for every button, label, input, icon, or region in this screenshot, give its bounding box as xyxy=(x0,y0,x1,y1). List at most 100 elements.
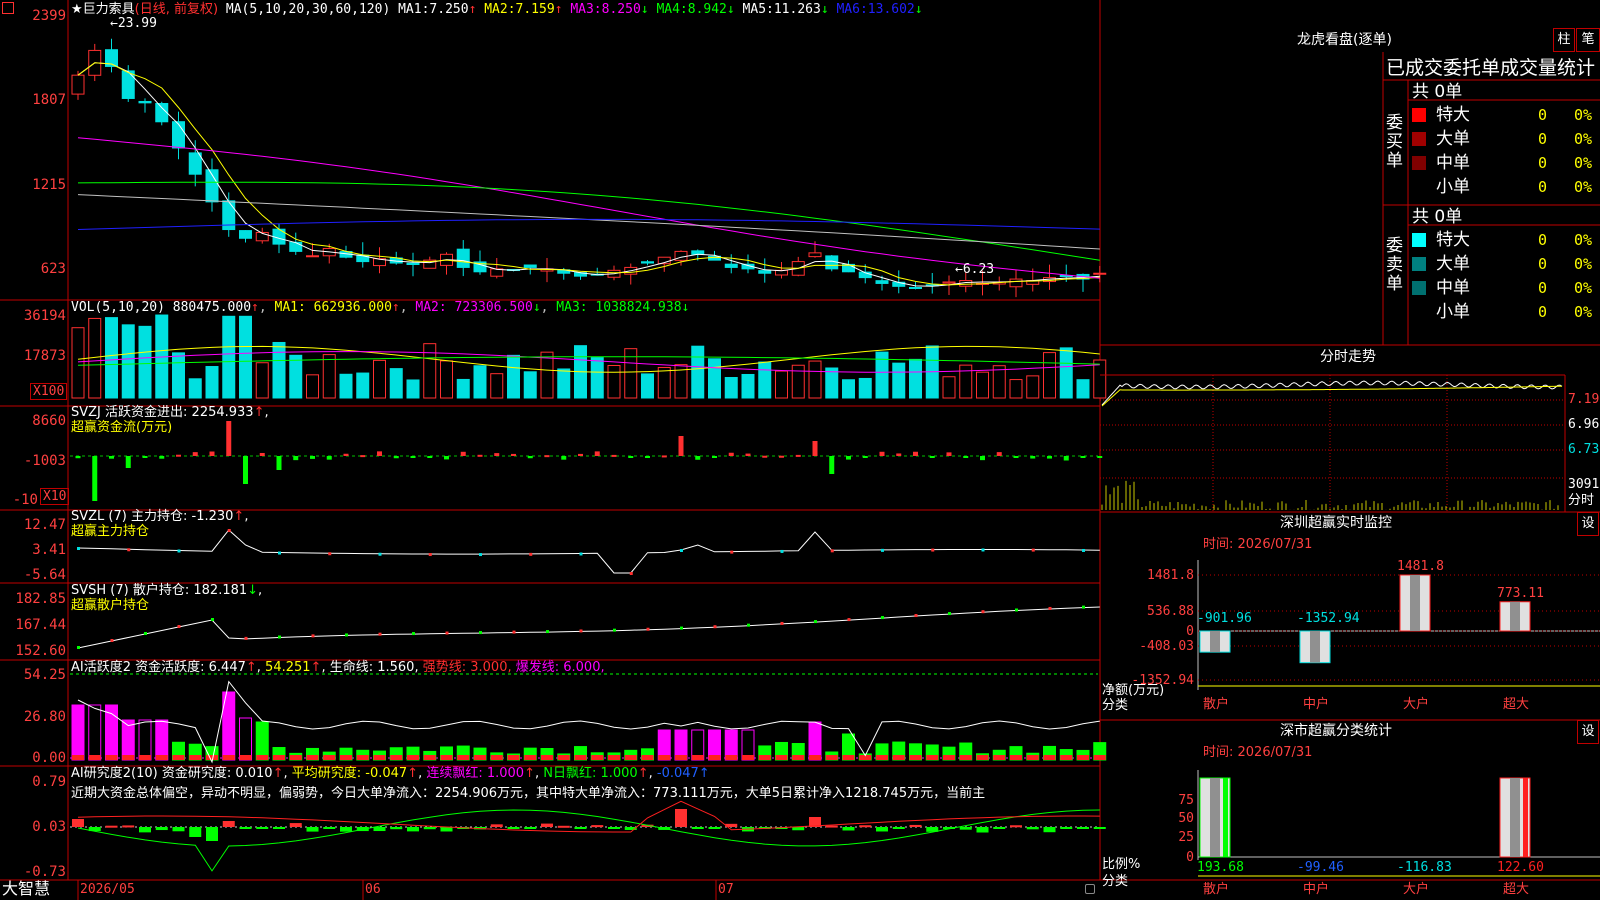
volume-bar xyxy=(306,374,319,399)
research-bar xyxy=(122,825,135,828)
volume-bar xyxy=(138,325,152,399)
monitor-bar-shade xyxy=(1210,631,1220,653)
ai2-header: AI研究度2(10) 资金研究度: 0.010↑, 平均研究度: -0.047↑… xyxy=(71,766,710,781)
research-bar xyxy=(524,827,537,829)
chart-canvas[interactable] xyxy=(0,0,1600,900)
ai-research-chart[interactable] xyxy=(70,800,1106,872)
lock-icon[interactable] xyxy=(1085,884,1095,894)
svzl-marker xyxy=(1082,548,1085,552)
candle-body xyxy=(724,263,738,268)
svzl-marker xyxy=(830,549,834,553)
intraday-chart[interactable] xyxy=(1100,374,1566,512)
activity-base xyxy=(440,755,453,760)
activity-base xyxy=(407,755,419,760)
brand-label[interactable]: 大智慧 xyxy=(2,880,50,898)
svsh-label: SVSH (7) 散户持仓: xyxy=(71,583,190,598)
volume-bar xyxy=(892,362,906,399)
candle-body xyxy=(138,100,152,104)
price-axis-tick: 1807 xyxy=(32,92,66,108)
order-type-label: 特大 xyxy=(1436,230,1470,250)
order-percent: 0% xyxy=(1574,279,1593,297)
flow-bar xyxy=(846,456,851,460)
svsh-marker xyxy=(747,623,750,627)
volume-chart[interactable] xyxy=(71,314,1107,399)
svsh-holding-chart[interactable] xyxy=(77,605,1100,649)
order-percent: 0% xyxy=(1574,303,1593,321)
period-mode[interactable]: (日线, 前复权) xyxy=(135,2,218,17)
svzl-axis-tick: 12.47 xyxy=(23,517,66,533)
activity-base xyxy=(72,755,84,760)
bar-view-button[interactable]: 柱 xyxy=(1553,28,1575,52)
flow-bar xyxy=(829,456,835,474)
monitor-title: 深圳超赢实时监控 xyxy=(1280,515,1392,531)
flow-bar xyxy=(460,451,466,456)
volume-bar xyxy=(1009,379,1023,399)
flow-bar xyxy=(745,453,751,456)
activity-base xyxy=(423,755,436,760)
flow-bar xyxy=(980,456,985,461)
volume-bar xyxy=(758,361,772,399)
research-bar xyxy=(708,827,721,829)
intraday-axis-tick: 7.19 xyxy=(1568,392,1600,407)
research-bar xyxy=(423,827,436,830)
activity-base xyxy=(658,755,671,760)
volume-bar xyxy=(389,368,403,399)
activity-base xyxy=(1026,755,1039,760)
candle-body xyxy=(239,230,252,239)
flow-bar xyxy=(511,453,516,456)
monitor-settings-button[interactable]: 设 xyxy=(1577,512,1599,536)
activity-base xyxy=(490,755,503,760)
research-bar xyxy=(1077,827,1089,829)
buy-total: 共 0单 xyxy=(1412,82,1463,102)
price-candlestick-chart[interactable] xyxy=(71,38,1107,298)
activity-base xyxy=(809,755,821,760)
svzl-marker xyxy=(780,549,784,553)
flow-bar xyxy=(1097,456,1103,458)
volume-bar xyxy=(791,364,805,399)
panel-frames xyxy=(0,0,1600,900)
volume-bar xyxy=(741,373,755,399)
svzj-flow-chart[interactable] xyxy=(70,421,1103,501)
svzl-marker xyxy=(479,553,482,557)
volume-bar xyxy=(356,372,370,399)
ma6-key: MA6: xyxy=(836,2,868,17)
activity-base xyxy=(122,755,135,760)
ai-activity-chart[interactable] xyxy=(70,673,1107,764)
vol-value: 880475.000 xyxy=(172,300,252,315)
monitor-time: 时间: 2026/07/31 xyxy=(1203,537,1313,552)
window-menu-icon[interactable] xyxy=(2,2,14,14)
activity-base xyxy=(390,755,403,760)
stats-bar-label: 122.60 xyxy=(1497,860,1544,875)
svsh-marker xyxy=(177,625,181,628)
order-swatch xyxy=(1412,132,1426,146)
date-tick: 06 xyxy=(365,882,381,897)
candle-body xyxy=(188,152,202,175)
research-bar xyxy=(1010,825,1022,828)
svsh-marker xyxy=(914,614,918,618)
volume-bar xyxy=(1026,375,1040,399)
stats-settings-button[interactable]: 设 xyxy=(1577,720,1599,744)
ai2-axis-tick: -0.73 xyxy=(23,864,66,880)
monitor-bar-chart[interactable] xyxy=(1197,560,1600,690)
flow-bar xyxy=(594,451,600,456)
research-bar xyxy=(390,827,403,830)
activity-base xyxy=(155,755,168,760)
flow-bar xyxy=(578,453,583,456)
flow-bar xyxy=(1063,456,1069,461)
svzj-subtitle: 超赢资金流(万元) xyxy=(71,420,173,435)
flow-bar xyxy=(494,453,500,456)
volume-bar xyxy=(808,360,822,399)
activity-base xyxy=(892,755,905,760)
activity-base xyxy=(474,755,486,760)
research-bar xyxy=(557,825,570,828)
svzl-marker xyxy=(177,549,181,553)
candle-body xyxy=(306,255,319,258)
volume-bar xyxy=(205,366,219,399)
stats-category: 大户 xyxy=(1403,882,1430,897)
tick-view-button[interactable]: 笔 xyxy=(1576,28,1600,52)
research-bar xyxy=(222,821,235,827)
order-percent: 0% xyxy=(1574,178,1593,196)
candle-body xyxy=(641,261,654,264)
svzl-holding-chart[interactable] xyxy=(77,529,1100,575)
order-type-label: 特大 xyxy=(1436,105,1470,125)
